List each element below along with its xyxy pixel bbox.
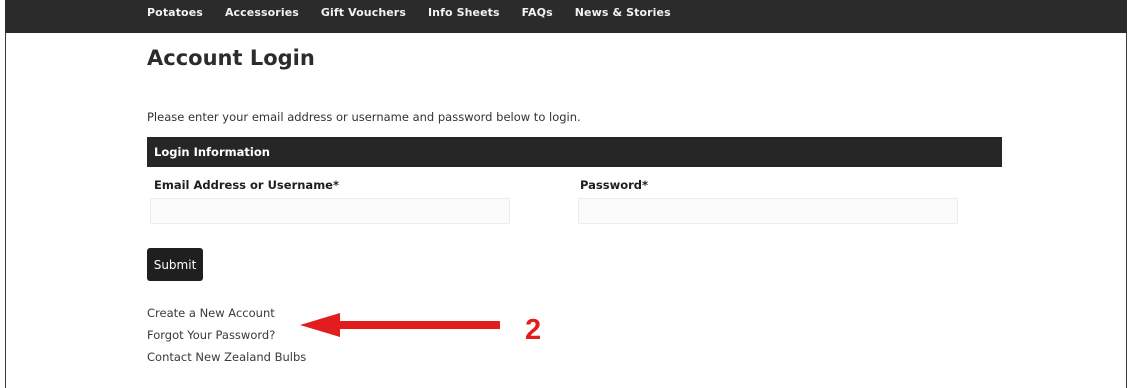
login-instructions: Please enter your email address or usern…	[147, 110, 581, 124]
create-account-link[interactable]: Create a New Account	[147, 302, 306, 324]
red-arrow-icon	[300, 313, 500, 337]
forgot-password-link[interactable]: Forgot Your Password?	[147, 324, 306, 346]
nav-item-accessories[interactable]: Accessories	[225, 6, 299, 20]
account-links: Create a New Account Forgot Your Passwor…	[147, 302, 306, 368]
email-username-input[interactable]	[150, 198, 510, 224]
password-input[interactable]	[578, 198, 958, 224]
nav-item-gift-vouchers[interactable]: Gift Vouchers	[321, 6, 406, 20]
annotation-step-number: 2	[525, 314, 542, 346]
top-navigation: Potatoes Accessories Gift Vouchers Info …	[5, 0, 1127, 33]
contact-link[interactable]: Contact New Zealand Bulbs	[147, 346, 306, 368]
nav-item-info-sheets[interactable]: Info Sheets	[428, 6, 500, 20]
email-username-label: Email Address or Username*	[154, 178, 339, 192]
nav-item-faqs[interactable]: FAQs	[522, 6, 553, 20]
login-information-header: Login Information	[147, 137, 1002, 167]
password-label: Password*	[580, 178, 649, 192]
page-title: Account Login	[147, 46, 315, 70]
nav-item-potatoes[interactable]: Potatoes	[147, 6, 203, 20]
nav-item-news-stories[interactable]: News & Stories	[575, 6, 671, 20]
submit-button[interactable]: Submit	[147, 248, 203, 281]
